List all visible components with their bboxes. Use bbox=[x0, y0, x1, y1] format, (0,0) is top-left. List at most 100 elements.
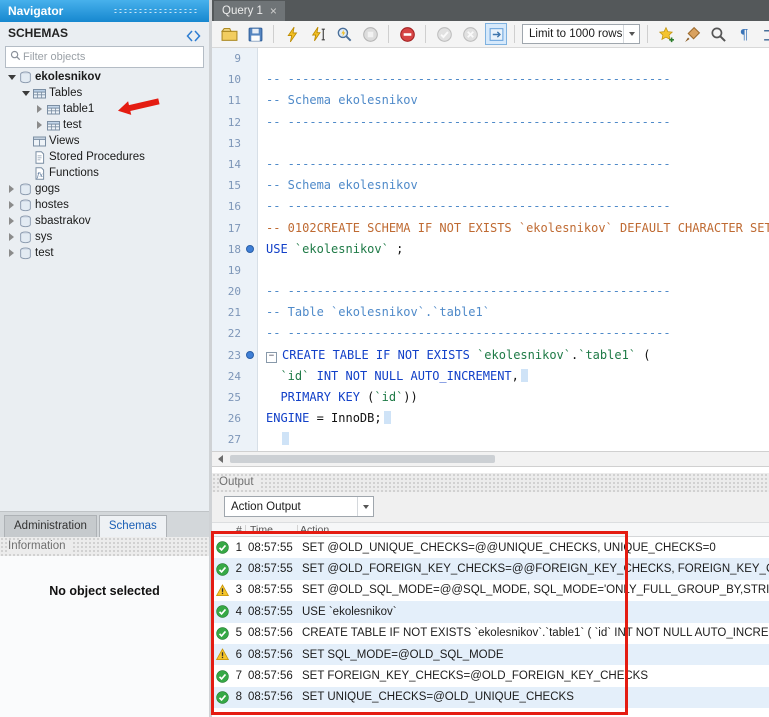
code-text: −CREATE TABLE IF NOT EXISTS `ekolesnikov… bbox=[258, 345, 769, 366]
filter-input[interactable] bbox=[21, 50, 199, 64]
editor-line-27[interactable]: 27 bbox=[212, 429, 769, 450]
chevron-down-icon[interactable] bbox=[357, 497, 373, 516]
close-tab-icon[interactable]: × bbox=[270, 1, 277, 21]
chevron-down-icon[interactable] bbox=[6, 75, 17, 80]
column-header-time: Time bbox=[250, 523, 273, 537]
filter-box[interactable] bbox=[5, 46, 204, 68]
open-sql-script-button[interactable] bbox=[218, 23, 240, 45]
tree-item-test[interactable]: test bbox=[0, 245, 209, 261]
explain-button[interactable] bbox=[333, 23, 355, 45]
code-segment: -- -------------------------------------… bbox=[266, 115, 671, 129]
output-row-2[interactable]: 208:57:55SET @OLD_FOREIGN_KEY_CHECKS=@@F… bbox=[212, 558, 769, 579]
save-script-button[interactable] bbox=[244, 23, 266, 45]
output-row-5[interactable]: 508:57:56CREATE TABLE IF NOT EXISTS `eko… bbox=[212, 623, 769, 644]
output-row-7[interactable]: 708:57:56SET FOREIGN_KEY_CHECKS=@OLD_FOR… bbox=[212, 665, 769, 686]
tree-item-table1[interactable]: table1 bbox=[0, 101, 209, 117]
sql-editor[interactable]: 910-- ----------------------------------… bbox=[212, 48, 769, 451]
chevron-down-icon[interactable] bbox=[20, 91, 31, 96]
code-segment: -- Table `ekolesnikov`.`table1` bbox=[266, 305, 490, 319]
beautify-button[interactable] bbox=[681, 23, 703, 45]
tree-item-label: table1 bbox=[61, 103, 94, 115]
output-row-4[interactable]: 408:57:55USE `ekolesnikov` bbox=[212, 601, 769, 622]
editor-line-24[interactable]: 24 `id` INT NOT NULL AUTO_INCREMENT, bbox=[212, 366, 769, 387]
code-text: -- Table `ekolesnikov`.`table1` bbox=[258, 302, 769, 323]
editor-line-10[interactable]: 10-- -----------------------------------… bbox=[212, 69, 769, 90]
editor-line-26[interactable]: 26ENGINE = InnoDB; bbox=[212, 408, 769, 429]
tree-item-label: Stored Procedures bbox=[47, 151, 145, 163]
editor-line-15[interactable]: 15-- Schema ekolesnikov bbox=[212, 175, 769, 196]
collapse-panel-icon[interactable] bbox=[186, 27, 201, 39]
editor-line-14[interactable]: 14-- -----------------------------------… bbox=[212, 154, 769, 175]
toggle-autocommit-button[interactable] bbox=[485, 23, 507, 45]
editor-line-20[interactable]: 20-- -----------------------------------… bbox=[212, 281, 769, 302]
tree-item-tables[interactable]: Tables bbox=[0, 85, 209, 101]
output-row-3[interactable]: 308:57:55SET @OLD_SQL_MODE=@@SQL_MODE, S… bbox=[212, 580, 769, 601]
row-index: 8 bbox=[232, 691, 242, 703]
output-toolbar: Action Output bbox=[212, 492, 769, 522]
toggle-stop-on-error-button[interactable] bbox=[396, 23, 418, 45]
chevron-right-icon[interactable] bbox=[6, 233, 17, 241]
navigator-panel: Navigator SCHEMAS ekolesnikovTablestable… bbox=[0, 0, 209, 717]
wrap-text-button[interactable] bbox=[759, 23, 769, 45]
editor-line-19[interactable]: 19 bbox=[212, 260, 769, 281]
tab-query-1[interactable]: Query 1 × bbox=[214, 1, 285, 21]
output-view-select[interactable]: Action Output bbox=[224, 496, 374, 517]
output-row-1[interactable]: 108:57:55SET @OLD_UNIQUE_CHECKS=@@UNIQUE… bbox=[212, 537, 769, 558]
commit-button[interactable] bbox=[433, 23, 455, 45]
editor-line-12[interactable]: 12-- -----------------------------------… bbox=[212, 112, 769, 133]
success-icon bbox=[212, 605, 232, 618]
editor-line-25[interactable]: 25 PRIMARY KEY (`id`)) bbox=[212, 387, 769, 408]
navigator-titlebar: Navigator bbox=[0, 0, 209, 22]
save-snippet-button[interactable] bbox=[655, 23, 677, 45]
chevron-right-icon[interactable] bbox=[6, 201, 17, 209]
chevron-right-icon[interactable] bbox=[6, 217, 17, 225]
chevron-right-icon[interactable] bbox=[6, 185, 17, 193]
chevron-right-icon[interactable] bbox=[6, 249, 17, 257]
execute-button[interactable] bbox=[281, 23, 303, 45]
tab-administration[interactable]: Administration bbox=[4, 515, 97, 537]
tree-item-sys[interactable]: sys bbox=[0, 229, 209, 245]
editor-line-18[interactable]: 18USE `ekolesnikov` ; bbox=[212, 239, 769, 260]
tree-item-functions[interactable]: fxFunctions bbox=[0, 165, 209, 181]
find-button[interactable] bbox=[707, 23, 729, 45]
editor-line-21[interactable]: 21-- Table `ekolesnikov`.`table1` bbox=[212, 302, 769, 323]
tree-item-views[interactable]: Views bbox=[0, 133, 209, 149]
change-marker bbox=[521, 369, 528, 382]
output-grid: 108:57:55SET @OLD_UNIQUE_CHECKS=@@UNIQUE… bbox=[212, 537, 769, 717]
editor-line-22[interactable]: 22-- -----------------------------------… bbox=[212, 323, 769, 344]
editor-line-11[interactable]: 11-- Schema ekolesnikov bbox=[212, 90, 769, 111]
code-segment: ( bbox=[360, 390, 374, 404]
limit-rows-select[interactable]: Limit to 1000 rows bbox=[522, 24, 640, 44]
output-view-value: Action Output bbox=[231, 501, 357, 513]
editor-line-13[interactable]: 13 bbox=[212, 133, 769, 154]
rollback-button[interactable] bbox=[459, 23, 481, 45]
fold-collapse-icon[interactable]: − bbox=[266, 352, 277, 363]
tree-item-test[interactable]: test bbox=[0, 117, 209, 133]
stop-button[interactable] bbox=[359, 23, 381, 45]
chevron-down-icon[interactable] bbox=[623, 25, 639, 43]
tree-item-gogs[interactable]: gogs bbox=[0, 181, 209, 197]
line-number: 18 bbox=[212, 239, 243, 260]
line-number-gutter: 16 bbox=[212, 196, 258, 217]
line-number-gutter: 14 bbox=[212, 154, 258, 175]
editor-line-16[interactable]: 16-- -----------------------------------… bbox=[212, 196, 769, 217]
chevron-right-icon[interactable] bbox=[34, 121, 45, 129]
tree-item-stored-procedures[interactable]: Stored Procedures bbox=[0, 149, 209, 165]
editor-line-9[interactable]: 9 bbox=[212, 48, 769, 69]
scrollbar-thumb[interactable] bbox=[230, 455, 495, 463]
output-row-6[interactable]: 608:57:56SET SQL_MODE=@OLD_SQL_MODE bbox=[212, 644, 769, 665]
tree-item-hostes[interactable]: hostes bbox=[0, 197, 209, 213]
tree-item-label: ekolesnikov bbox=[33, 71, 101, 83]
execute-current-statement-button[interactable] bbox=[307, 23, 329, 45]
tree-item-sbastrakov[interactable]: sbastrakov bbox=[0, 213, 209, 229]
editor-line-23[interactable]: 23−CREATE TABLE IF NOT EXISTS `ekolesnik… bbox=[212, 345, 769, 366]
schema-tree: ekolesnikovTablestable1testViewsStored P… bbox=[0, 69, 209, 511]
scroll-left-button[interactable] bbox=[214, 454, 227, 464]
tree-item-ekolesnikov[interactable]: ekolesnikov bbox=[0, 69, 209, 85]
output-row-8[interactable]: 808:57:56SET UNIQUE_CHECKS=@OLD_UNIQUE_C… bbox=[212, 687, 769, 708]
tab-schemas[interactable]: Schemas bbox=[99, 515, 167, 537]
editor-horizontal-scrollbar[interactable] bbox=[212, 451, 769, 467]
chevron-right-icon[interactable] bbox=[34, 105, 45, 113]
editor-line-17[interactable]: 17-- 0102CREATE SCHEMA IF NOT EXISTS `ek… bbox=[212, 218, 769, 239]
invisible-characters-button[interactable]: ¶ bbox=[733, 23, 755, 45]
